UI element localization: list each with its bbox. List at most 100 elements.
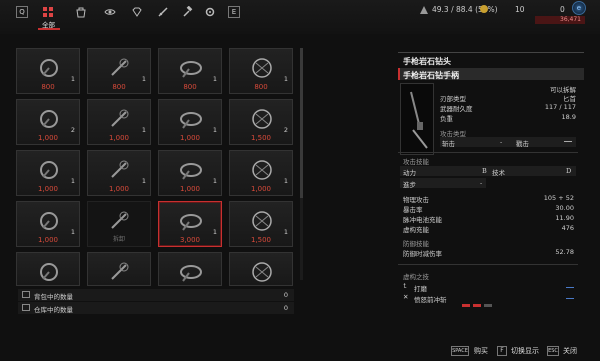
item-count: 1 — [212, 228, 217, 236]
item-price: 1,000 — [37, 236, 59, 244]
fable-icon: ⮤ — [403, 282, 407, 290]
item-thumbnail — [106, 259, 134, 285]
fable-skill-label: 虚构之技 — [403, 273, 429, 281]
f-key[interactable]: F — [497, 346, 507, 356]
item-price: 800 — [41, 83, 55, 91]
prev-category-key[interactable]: Q — [16, 6, 28, 18]
grid-cell[interactable]: 1 800 — [229, 48, 293, 94]
item-count: 1 — [141, 75, 146, 83]
diamond-icon[interactable] — [130, 5, 144, 19]
bag-count-value: 0 — [283, 291, 288, 299]
stat-label: 虚构充能 — [403, 226, 429, 234]
attribute-row: 负重 18.9 — [440, 113, 576, 123]
item-price: 800 — [183, 83, 197, 91]
buy-button[interactable]: 购买 — [474, 346, 488, 356]
grid-cell[interactable]: 1 1,500 — [229, 201, 293, 247]
grid-cell[interactable]: 1 1,000 — [229, 150, 293, 196]
grid-cell[interactable]: 1 1,000 — [158, 99, 222, 145]
toggle-display-button[interactable]: 切换显示 — [511, 346, 539, 356]
gear-icon[interactable] — [203, 5, 217, 19]
item-price: 800 — [112, 83, 126, 91]
item-price: 1,000 — [108, 185, 130, 193]
weapon-image — [400, 83, 434, 155]
stat-label: 物理攻击 — [403, 196, 429, 204]
stat-row: 物理攻击 105 + 52 — [400, 194, 576, 204]
rune-icon: e — [572, 1, 586, 15]
eye-icon[interactable] — [103, 5, 117, 19]
grid-cell[interactable]: 2 1,500 — [229, 99, 293, 145]
grid-cell[interactable]: 1 1,000 — [16, 150, 80, 196]
grid-cell[interactable]: 1 800 — [158, 48, 222, 94]
stat-value: 11.90 — [555, 214, 574, 222]
item-count: 1 — [283, 228, 288, 236]
item-thumbnail — [177, 157, 205, 183]
rune-value: 36,471 — [560, 16, 581, 23]
bag-icon[interactable] — [74, 5, 88, 19]
item-thumbnail — [106, 106, 134, 132]
storage-count-label: 仓库中的数量 — [34, 306, 73, 314]
item-thumbnail — [35, 208, 63, 234]
space-key[interactable]: SPACE — [451, 346, 469, 356]
grid-cell[interactable]: 拆卸 — [87, 201, 151, 247]
cross-icon: ✕ — [403, 293, 409, 301]
item-thumbnail — [35, 106, 63, 132]
close-button[interactable]: 关闭 — [563, 346, 577, 356]
item-price: 1,000 — [179, 185, 201, 193]
attribute-label: 负重 — [440, 115, 453, 123]
item-thumbnail — [177, 259, 205, 285]
item-count: 1 — [70, 228, 75, 236]
item-count: 1 — [141, 126, 146, 134]
item-thumbnail — [106, 55, 134, 81]
stat-row: 暴击率 30.00 — [400, 204, 576, 214]
grid-cell[interactable]: 1 3,000 — [158, 201, 222, 247]
item-count: 1 — [212, 75, 217, 83]
sword-icon[interactable] — [156, 5, 170, 19]
skill-row: 动力 B 技术 D — [400, 166, 576, 177]
item-price: 800 — [254, 83, 268, 91]
attribute-value: 18.9 — [561, 113, 576, 121]
attribute-row: 武器耐久度 117 / 117 — [440, 103, 576, 113]
scrollbar-thumb[interactable] — [300, 48, 303, 198]
grid-cell[interactable] — [16, 252, 80, 286]
grid-cell[interactable] — [87, 252, 151, 286]
skill-row-2: 進步 - — [400, 178, 486, 189]
item-thumbnail — [35, 259, 63, 285]
grid-cell[interactable] — [229, 252, 293, 286]
grid-cell[interactable]: 2 1,000 — [16, 99, 80, 145]
grid-cell[interactable]: 1 1,000 — [87, 99, 151, 145]
attack-type-thrust: 戳击 — [516, 140, 529, 148]
stat-label: 暴击率 — [403, 206, 423, 214]
item-thumbnail — [248, 55, 276, 81]
esc-key[interactable]: ESC — [547, 346, 559, 356]
item-thumbnail — [106, 208, 134, 234]
next-category-key[interactable]: E — [228, 6, 240, 18]
grid-cell[interactable]: 1 1,000 — [158, 150, 222, 196]
hammer-icon[interactable] — [180, 5, 194, 19]
grid-cell[interactable]: 1 1,000 — [87, 150, 151, 196]
stat-row: 虚构充能 476 — [400, 224, 576, 234]
grid-cell[interactable] — [158, 252, 222, 286]
stat-row: 脉冲电池充能 11.90 — [400, 214, 576, 224]
attribute-row: 刃部类型 匕首 — [440, 93, 576, 103]
grid-cell[interactable]: 1 800 — [87, 48, 151, 94]
item-price: 1,000 — [250, 185, 272, 193]
item-thumbnail — [177, 55, 205, 81]
grid-cell[interactable]: 1 800 — [16, 48, 80, 94]
item-thumbnail — [248, 208, 276, 234]
item-count: 1 — [212, 126, 217, 134]
defense-row: 防御时减伤率 52.78 — [403, 248, 574, 258]
storage-count-value: 0 — [283, 304, 288, 312]
item-price: 1,500 — [250, 236, 272, 244]
top-bar — [0, 0, 600, 34]
grid-cell[interactable]: 1 1,000 — [16, 201, 80, 247]
stat-value: 30.00 — [555, 204, 574, 212]
attribute-label: 武器耐久度 — [440, 105, 473, 113]
zero-value: 0 — [560, 5, 565, 14]
item-count: 1 — [70, 177, 75, 185]
item-thumbnail — [35, 55, 63, 81]
item-price: 1,000 — [108, 134, 130, 142]
item-title-main: 手枪岩石钻头 — [403, 56, 451, 66]
fable-row-1: ⮤ 打磨 — [400, 282, 576, 293]
all-icon[interactable] — [41, 5, 55, 19]
item-count: 1 — [283, 177, 288, 185]
